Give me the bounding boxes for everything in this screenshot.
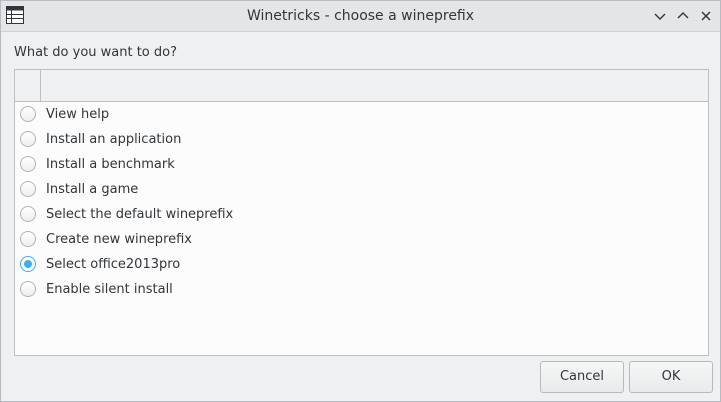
radio-button[interactable] [20, 256, 36, 272]
minimize-icon[interactable] [652, 8, 668, 24]
list-header [15, 70, 708, 102]
radio-button[interactable] [20, 181, 36, 197]
option-label: View help [46, 107, 110, 122]
options-list: View help Install an application Install… [14, 69, 709, 356]
header-column-label[interactable] [41, 70, 708, 101]
header-column-select[interactable] [15, 70, 41, 101]
option-row[interactable]: Install a benchmark [15, 152, 708, 177]
close-icon[interactable] [698, 8, 714, 24]
option-row[interactable]: Enable silent install [15, 277, 708, 302]
option-label: Enable silent install [46, 282, 173, 297]
title-bar[interactable]: Winetricks - choose a wineprefix [1, 1, 720, 32]
option-row[interactable]: View help [15, 102, 708, 127]
radio-button[interactable] [20, 206, 36, 222]
maximize-icon[interactable] [675, 8, 691, 24]
dialog-window: Winetricks - choose a wineprefix What do… [0, 0, 721, 402]
radio-button[interactable] [20, 131, 36, 147]
ok-button[interactable]: OK [629, 361, 713, 393]
cancel-button[interactable]: Cancel [540, 361, 624, 393]
prompt-label: What do you want to do? [14, 45, 178, 60]
radio-button[interactable] [20, 281, 36, 297]
option-label: Install a game [46, 182, 139, 197]
radio-button[interactable] [20, 156, 36, 172]
option-row[interactable]: Select the default wineprefix [15, 202, 708, 227]
option-label: Select office2013pro [46, 257, 181, 272]
window-title: Winetricks - choose a wineprefix [246, 8, 475, 24]
option-label: Create new wineprefix [46, 232, 193, 247]
option-row[interactable]: Install a game [15, 177, 708, 202]
option-row[interactable]: Create new wineprefix [15, 227, 708, 252]
option-label: Install a benchmark [46, 157, 175, 172]
option-row[interactable]: Install an application [15, 127, 708, 152]
option-label: Install an application [46, 132, 182, 147]
radio-button[interactable] [20, 231, 36, 247]
option-label: Select the default wineprefix [46, 207, 234, 222]
options-rows: View help Install an application Install… [15, 102, 708, 302]
radio-button[interactable] [20, 106, 36, 122]
option-row[interactable]: Select office2013pro [15, 252, 708, 277]
